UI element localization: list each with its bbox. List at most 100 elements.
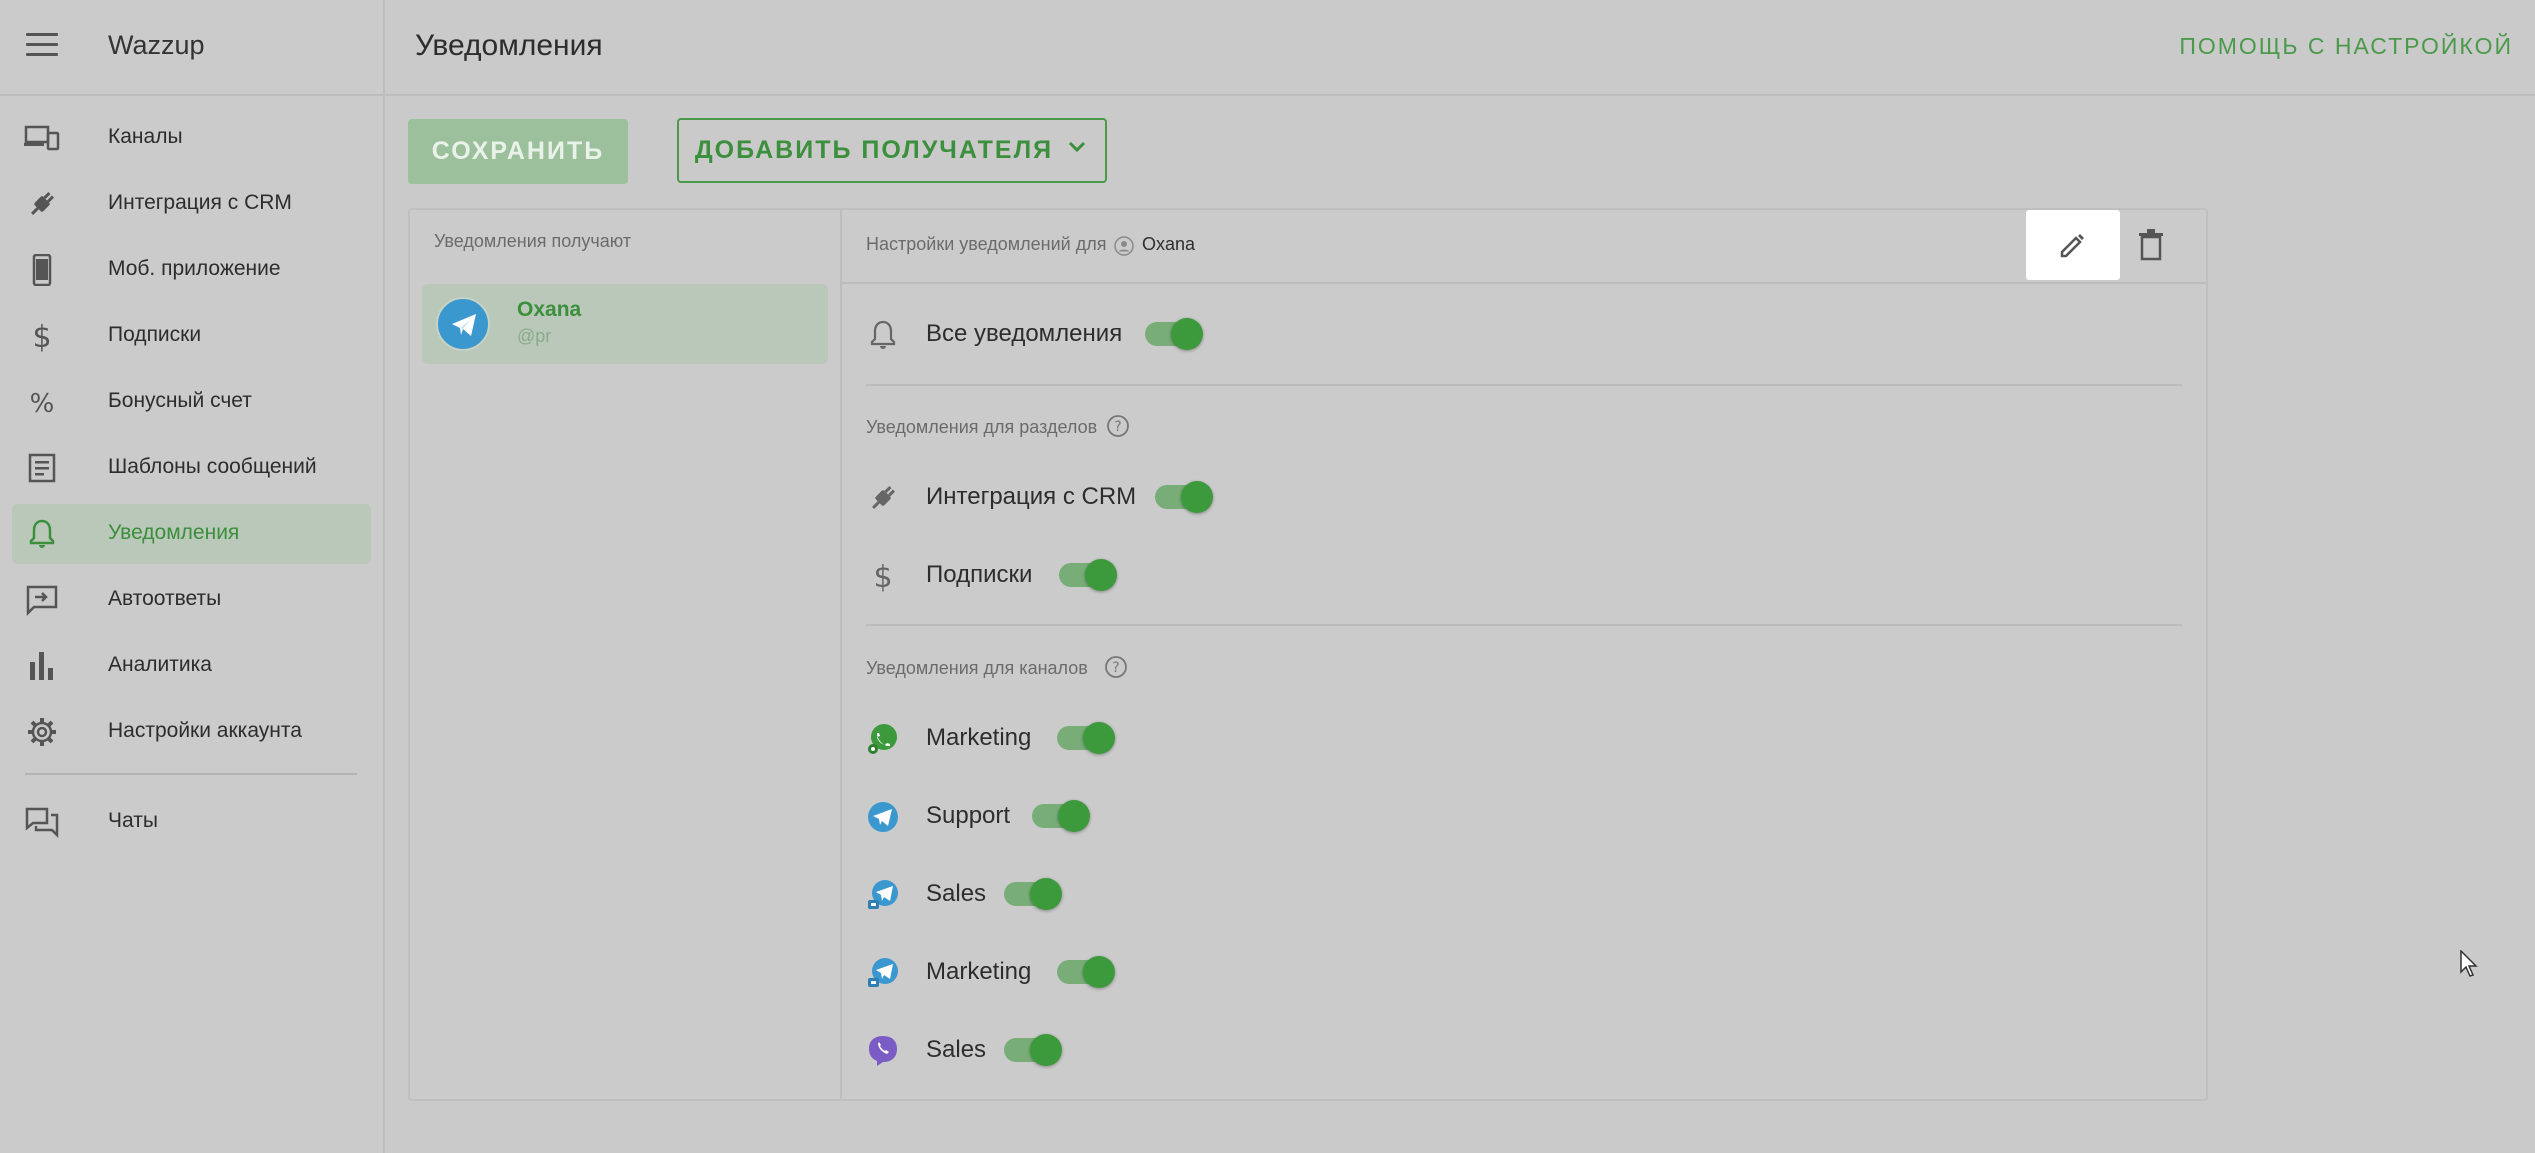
sidebar-item-chats[interactable]: Чаты [12,792,371,852]
section-row-crm: Интеграция с CRM [866,473,1266,521]
bar-chart-icon [24,650,60,682]
svg-text:$: $ [32,320,51,352]
svg-text:?: ? [1112,660,1119,676]
pencil-icon [2060,234,2084,258]
channel-toggle[interactable] [1032,800,1090,832]
section-divider [866,384,2182,386]
settings-column: Настройки уведомлений для Oxana Все увед… [842,210,2206,1099]
help-circle-icon[interactable]: ? [1104,655,1128,679]
plug-icon [24,188,60,220]
channel-label: Marketing [926,958,1032,985]
sections-title: Уведомления для разделов [866,417,1098,437]
settings-for-label: Настройки уведомлений для [866,234,1107,254]
dollar-icon: $ [866,559,900,595]
svg-text:%: % [30,389,55,418]
sidebar-item-label: Шаблоны сообщений [108,455,317,478]
sidebar-item-notifications[interactable]: Уведомления [12,504,371,564]
sidebar-item-crm[interactable]: Интеграция с CRM [12,174,371,234]
channel-label: Marketing [926,724,1032,751]
sidebar-item-subscriptions[interactable]: $ Подписки [12,306,371,366]
chats-icon [24,806,60,839]
all-notifications-toggle[interactable] [1145,318,1203,350]
channel-toggle[interactable] [1057,956,1115,988]
sidebar-item-label: Аналитика [108,653,212,676]
dollar-icon: $ [24,320,60,355]
sidebar-item-label: Автоответы [108,587,222,610]
bell-icon [24,518,60,550]
recipients-title: Уведомления получают [434,231,632,251]
section-label: Интеграция с CRM [926,483,1137,510]
telegram-personal-icon [866,878,900,912]
channel-row: Support [866,792,1266,840]
sidebar-item-label: Моб. приложение [108,257,281,280]
channel-label: Support [926,802,1011,829]
plug-icon [866,481,900,515]
template-icon [24,452,60,484]
mouse-cursor-icon [2460,949,2478,978]
channel-toggle[interactable] [1004,1034,1062,1066]
telegram-personal-icon [866,956,900,990]
channel-label: Sales [926,1036,987,1063]
sidebar-item-label: Бонусный счет [108,389,252,412]
sidebar-item-mobile-app[interactable]: Моб. приложение [12,240,371,300]
channel-row: Sales [866,870,1266,918]
sidebar-header: Wazzup [0,0,383,96]
menu-icon[interactable] [26,33,58,57]
delete-button[interactable] [2136,228,2166,262]
chevron-down-icon [1065,135,1089,166]
section-toggle[interactable] [1155,481,1213,513]
section-divider [866,624,2182,626]
viber-icon [866,1034,900,1068]
svg-text:?: ? [1114,419,1121,435]
save-button[interactable]: СОХРАНИТЬ [408,119,628,184]
settings-header: Настройки уведомлений для Oxana [842,210,2206,284]
help-circle-icon[interactable]: ? [1106,414,1130,438]
sidebar-item-label: Настройки аккаунта [108,719,302,742]
recipients-column: Уведомления получают Oxana @pr [410,210,842,1099]
sidebar-item-label: Подписки [108,323,202,346]
topbar: Уведомления ПОМОЩЬ С НАСТРОЙКОЙ [385,0,2535,96]
help-link[interactable]: ПОМОЩЬ С НАСТРОЙКОЙ [2179,33,2513,60]
sidebar-item-analytics[interactable]: Аналитика [12,636,371,696]
edit-button[interactable] [2026,210,2120,280]
add-recipient-button[interactable]: ДОБАВИТЬ ПОЛУЧАТЕЛЯ [677,118,1107,183]
channel-toggle[interactable] [1004,878,1062,910]
sidebar-item-label: Уведомления [108,521,240,544]
channel-label: Sales [926,880,987,907]
sidebar-item-label: Чаты [108,809,158,832]
channel-toggle[interactable] [1057,722,1115,754]
channel-row: Sales [866,1026,1266,1074]
sidebar-item-autoreplies[interactable]: Автоответы [12,570,371,630]
smartphone-icon [24,253,60,287]
trash-icon [2139,229,2163,261]
channel-row: Marketing [866,714,1266,762]
sidebar-item-account-settings[interactable]: Настройки аккаунта [12,702,371,762]
sidebar-item-channels[interactable]: Каналы [12,108,371,168]
recipient-item[interactable]: Oxana @pr [422,284,828,364]
all-notifications-row: Все уведомления [866,310,1266,358]
notifications-panel: Уведомления получают Oxana @pr Настройки… [408,208,2208,1101]
sidebar-item-templates[interactable]: Шаблоны сообщений [12,438,371,498]
page-title: Уведомления [415,29,603,62]
autoreply-icon [24,584,60,617]
app-title: Wazzup [108,30,205,60]
gear-icon [24,716,60,748]
sidebar-divider [25,773,357,775]
devices-icon [24,122,60,154]
add-recipient-label: ДОБАВИТЬ ПОЛУЧАТЕЛЯ [694,136,1054,164]
whatsapp-icon [866,722,900,756]
all-notifications-label: Все уведомления [926,320,1123,347]
person-icon [1114,236,1134,256]
channel-row: Marketing [866,948,1266,996]
section-toggle[interactable] [1059,559,1117,591]
section-row-subscriptions: $ Подписки [866,551,1266,599]
percent-icon: % [24,386,60,419]
sidebar-item-bonus[interactable]: % Бонусный счет [12,372,371,432]
svg-text:$: $ [873,560,892,593]
channels-title: Уведомления для каналов [866,658,1088,678]
telegram-icon [866,800,900,834]
settings-recipient-name: Oxana [1142,234,1196,254]
bell-icon [866,318,900,352]
section-label: Подписки [926,561,1033,588]
sidebar: Wazzup Каналы Интеграция с CRM Моб. прил… [0,0,385,1153]
